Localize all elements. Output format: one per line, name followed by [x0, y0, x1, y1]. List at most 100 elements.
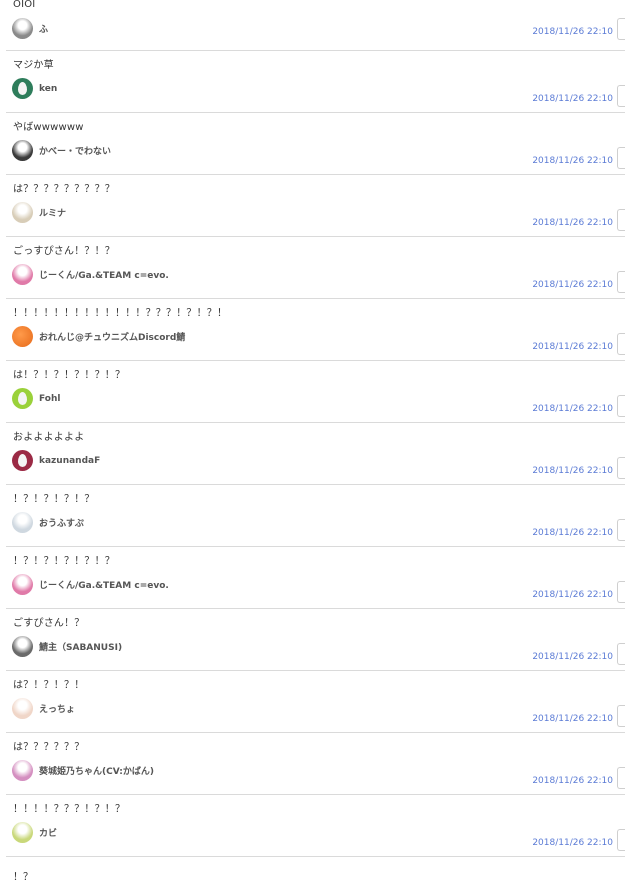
comment-action-button[interactable]	[617, 209, 625, 231]
avatar[interactable]	[12, 574, 33, 595]
username[interactable]: 鯖主（SABANUSI)	[39, 640, 122, 653]
comment-item: マジか草 ken 2018/11/26 22:10	[6, 51, 625, 113]
comment-author[interactable]: カビ	[12, 822, 57, 843]
avatar[interactable]	[12, 760, 33, 781]
avatar[interactable]	[12, 326, 33, 347]
avatar[interactable]	[12, 822, 33, 843]
avatar[interactable]	[12, 264, 33, 285]
comment-text: は？！？！？！	[13, 680, 85, 691]
comment-action-button[interactable]	[617, 581, 625, 603]
comment-author[interactable]: ルミナ	[12, 202, 66, 223]
comment-item: は？？？？？？？？？ ルミナ 2018/11/26 22:10	[6, 175, 625, 237]
comment-author[interactable]: ふ	[12, 18, 48, 39]
comment-action-button[interactable]	[617, 333, 625, 355]
comment-item: ごすぴさん！？ 鯖主（SABANUSI) 2018/11/26 22:10	[6, 609, 625, 671]
timestamp: 2018/11/26 22:10	[532, 590, 613, 600]
avatar[interactable]	[12, 78, 33, 99]
username[interactable]: Fohl	[39, 394, 60, 404]
comment-author[interactable]: じーくん/Ga.&TEAM c=evo.	[12, 264, 169, 285]
avatar[interactable]	[12, 450, 33, 471]
username[interactable]: おれんじ@チュウニズムDiscord鯖	[39, 330, 185, 343]
timestamp: 2018/11/26 22:10	[532, 404, 613, 414]
comment-item: ！！！！！！！！！！！！！？？？！？！？！ おれんじ@チュウニズムDiscord鯖…	[6, 299, 625, 361]
timestamp: 2018/11/26 22:10	[532, 838, 613, 848]
comment-item: OIOI ふ 2018/11/26 22:10	[6, 0, 625, 51]
comment-author[interactable]: ken	[12, 78, 57, 99]
comment-text: ！？	[13, 872, 33, 883]
comment-text: ！？！？！？！？	[13, 494, 95, 505]
comment-text: ！！！！？？？！？！？	[13, 804, 126, 815]
comment-text: OIOI	[13, 0, 36, 10]
comment-author[interactable]: おれんじ@チュウニズムDiscord鯖	[12, 326, 185, 347]
comment-action-button[interactable]	[617, 147, 625, 169]
comment-author[interactable]: おうふすぷ	[12, 512, 84, 533]
comment-item: は？！？！？！ えっちょ 2018/11/26 22:10	[6, 671, 625, 733]
comment-item: ！？！？！？！？ おうふすぷ 2018/11/26 22:10	[6, 485, 625, 547]
comment-item: およよよよよよ kazunandaF 2018/11/26 22:10	[6, 423, 625, 485]
comment-text: やばwwwwww	[13, 122, 84, 133]
timestamp: 2018/11/26 22:10	[532, 776, 613, 786]
comment-action-button[interactable]	[617, 18, 625, 40]
avatar[interactable]	[12, 18, 33, 39]
comment-action-button[interactable]	[617, 767, 625, 789]
comment-author[interactable]: えっちょ	[12, 698, 75, 719]
comment-item: は？？？？？？ 葵城姫乃ちゃん(CV:かばん) 2018/11/26 22:10	[6, 733, 625, 795]
comment-author[interactable]: kazunandaF	[12, 450, 100, 471]
username[interactable]: ken	[39, 84, 57, 94]
username[interactable]: かべー・でわない	[39, 144, 111, 157]
comment-text: ！！！！！！！！！！！！！？？？！？！？！	[13, 308, 228, 319]
timestamp: 2018/11/26 22:10	[532, 27, 613, 37]
comment-text: ごすぴさん！？	[13, 618, 85, 629]
comment-text: マジか草	[13, 60, 54, 71]
comment-item: ！！！！？？？！？！？ カビ 2018/11/26 22:10	[6, 795, 625, 857]
timestamp: 2018/11/26 22:10	[532, 528, 613, 538]
username[interactable]: おうふすぷ	[39, 516, 84, 529]
comment-text: は？？？？？？	[13, 742, 85, 753]
timestamp: 2018/11/26 22:10	[532, 280, 613, 290]
comment-action-button[interactable]	[617, 705, 625, 727]
comment-action-button[interactable]	[617, 457, 625, 479]
username[interactable]: じーくん/Ga.&TEAM c=evo.	[39, 578, 169, 591]
timestamp: 2018/11/26 22:10	[532, 652, 613, 662]
comment-action-button[interactable]	[617, 85, 625, 107]
comment-action-button[interactable]	[617, 395, 625, 417]
comment-author[interactable]: じーくん/Ga.&TEAM c=evo.	[12, 574, 169, 595]
username[interactable]: ふ	[39, 22, 48, 35]
egg-icon	[18, 82, 27, 95]
username[interactable]: 葵城姫乃ちゃん(CV:かばん)	[39, 764, 154, 777]
avatar[interactable]	[12, 698, 33, 719]
avatar[interactable]	[12, 636, 33, 657]
comment-text: ！？！？！？！？！？	[13, 556, 115, 567]
comment-action-button[interactable]	[617, 643, 625, 665]
comment-text: は！？！？！？！？！？	[13, 370, 126, 381]
timestamp: 2018/11/26 22:10	[532, 218, 613, 228]
comment-text: ごっすぴさん！？！？	[13, 246, 115, 257]
avatar[interactable]	[12, 202, 33, 223]
comment-item: は！？！？！？！？！？ Fohl 2018/11/26 22:10	[6, 361, 625, 423]
comment-item: やばwwwwww かべー・でわない 2018/11/26 22:10	[6, 113, 625, 175]
comment-author[interactable]: 鯖主（SABANUSI)	[12, 636, 122, 657]
comment-action-button[interactable]	[617, 519, 625, 541]
timestamp: 2018/11/26 22:10	[532, 156, 613, 166]
avatar[interactable]	[12, 140, 33, 161]
timestamp: 2018/11/26 22:10	[532, 466, 613, 476]
comment-author[interactable]: Fohl	[12, 388, 60, 409]
comment-action-button[interactable]	[617, 829, 625, 851]
username[interactable]: kazunandaF	[39, 456, 100, 466]
comment-author[interactable]: かべー・でわない	[12, 140, 111, 161]
comment-action-button[interactable]	[617, 271, 625, 293]
comment-text: およよよよよよ	[13, 432, 85, 443]
avatar[interactable]	[12, 388, 33, 409]
egg-icon	[18, 454, 27, 467]
comment-author[interactable]: 葵城姫乃ちゃん(CV:かばん)	[12, 760, 154, 781]
timestamp: 2018/11/26 22:10	[532, 94, 613, 104]
username[interactable]: じーくん/Ga.&TEAM c=evo.	[39, 268, 169, 281]
comment-feed: OIOI ふ 2018/11/26 22:10 マジか草 ken 2018/11/26 2…	[0, 0, 625, 857]
username[interactable]: カビ	[39, 826, 57, 839]
username[interactable]: ルミナ	[39, 206, 66, 219]
avatar[interactable]	[12, 512, 33, 533]
comment-item: ごっすぴさん！？！？ じーくん/Ga.&TEAM c=evo. 2018/11/26…	[6, 237, 625, 299]
username[interactable]: えっちょ	[39, 702, 75, 715]
comment-text: は？？？？？？？？？	[13, 184, 115, 195]
timestamp: 2018/11/26 22:10	[532, 342, 613, 352]
